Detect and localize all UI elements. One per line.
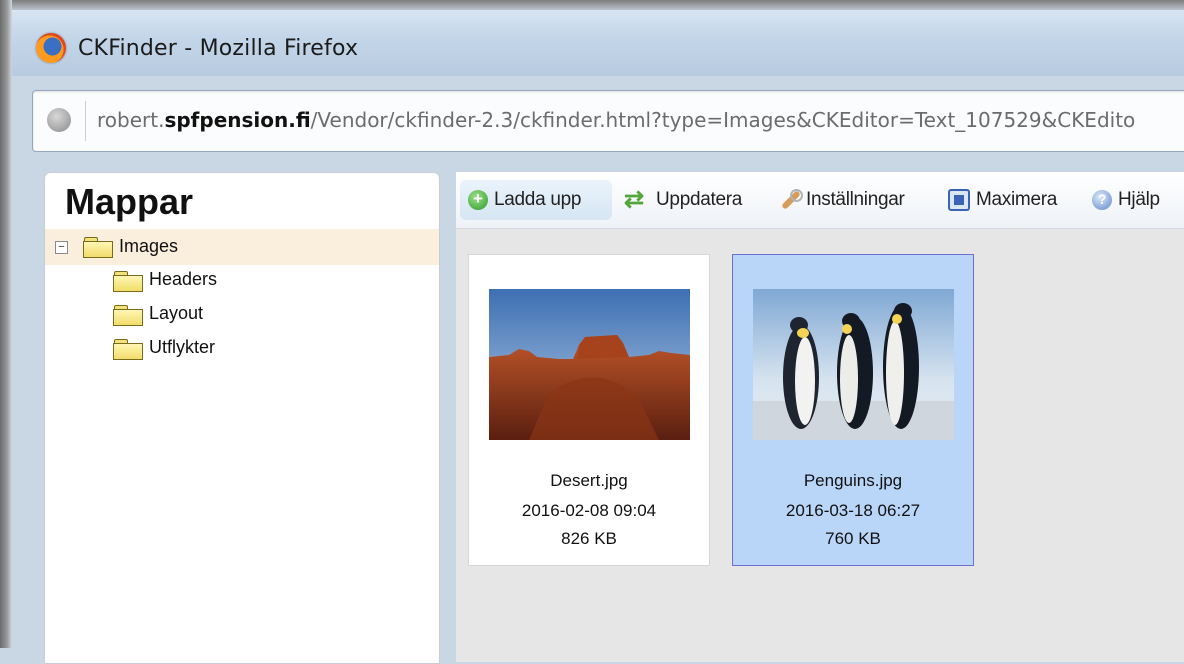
url-prefix: robert. <box>97 108 165 132</box>
upload-label: Ladda upp <box>494 189 582 210</box>
penguins-thumbnail <box>753 289 954 440</box>
folder-icon <box>113 305 143 326</box>
window-title: CKFinder - Mozilla Firefox <box>78 36 359 61</box>
url-domain: spfpension.fi <box>164 108 311 132</box>
file-item-desert[interactable]: Desert.jpg 2016-02-08 09:04 826 KB <box>468 254 710 566</box>
settings-button[interactable]: Inställningar <box>770 180 936 220</box>
refresh-button[interactable]: Uppdatera <box>616 180 766 220</box>
url-bar[interactable]: robert.spfpension.fi/Vendor/ckfinder-2.3… <box>32 90 1184 152</box>
refresh-icon <box>624 185 650 214</box>
collapse-icon[interactable]: − <box>55 241 68 254</box>
tree-item-label: Headers <box>149 269 218 289</box>
file-name: Penguins.jpg <box>803 471 903 490</box>
globe-icon[interactable] <box>47 108 71 132</box>
url-divider <box>85 101 86 141</box>
tree-item-label: Images <box>119 236 179 256</box>
help-icon <box>1092 190 1112 210</box>
file-date: 2016-02-08 09:04 <box>521 501 657 520</box>
url-path: /Vendor/ckfinder-2.3/ckfinder.html?type=… <box>310 108 1136 132</box>
url-text[interactable]: robert.spfpension.fi/Vendor/ckfinder-2.3… <box>97 108 1135 132</box>
add-icon <box>468 189 488 210</box>
upload-button[interactable]: Ladda upp <box>460 180 612 220</box>
help-label: Hjälp <box>1118 189 1160 210</box>
folders-heading: Mappar <box>65 181 194 222</box>
file-date: 2016-03-18 06:27 <box>785 501 921 520</box>
folder-icon <box>113 271 143 292</box>
files-panel: Ladda upp Uppdatera Inställningar Maxime… <box>456 172 1184 662</box>
file-item-penguins[interactable]: Penguins.jpg 2016-03-18 06:27 760 KB <box>732 254 974 566</box>
title-bar: CKFinder - Mozilla Firefox <box>12 10 1184 76</box>
maximize-icon <box>948 189 970 211</box>
toolbar: Ladda upp Uppdatera Inställningar Maxime… <box>456 172 1184 229</box>
refresh-label: Uppdatera <box>656 189 743 210</box>
tree-item-label: Utflykter <box>149 337 216 357</box>
maximize-button[interactable]: Maximera <box>940 180 1080 220</box>
folders-panel: Mappar − Images Headers Layout Utflykter <box>44 172 440 664</box>
file-size: 826 KB <box>561 529 617 548</box>
tree-item-images[interactable]: − Images <box>45 229 439 265</box>
help-button[interactable]: Hjälp <box>1084 180 1184 220</box>
firefox-icon <box>36 33 66 63</box>
file-name: Desert.jpg <box>550 471 628 490</box>
window-top-edge <box>0 0 1184 10</box>
maximize-label: Maximera <box>976 189 1058 210</box>
desert-thumbnail <box>489 289 690 440</box>
tree-item-label: Layout <box>149 303 204 323</box>
file-size: 760 KB <box>825 529 881 548</box>
window-left-edge <box>0 0 12 648</box>
settings-label: Inställningar <box>806 189 905 210</box>
wrench-icon <box>778 189 803 211</box>
folder-icon <box>113 339 143 360</box>
open-folder-icon <box>83 237 113 258</box>
